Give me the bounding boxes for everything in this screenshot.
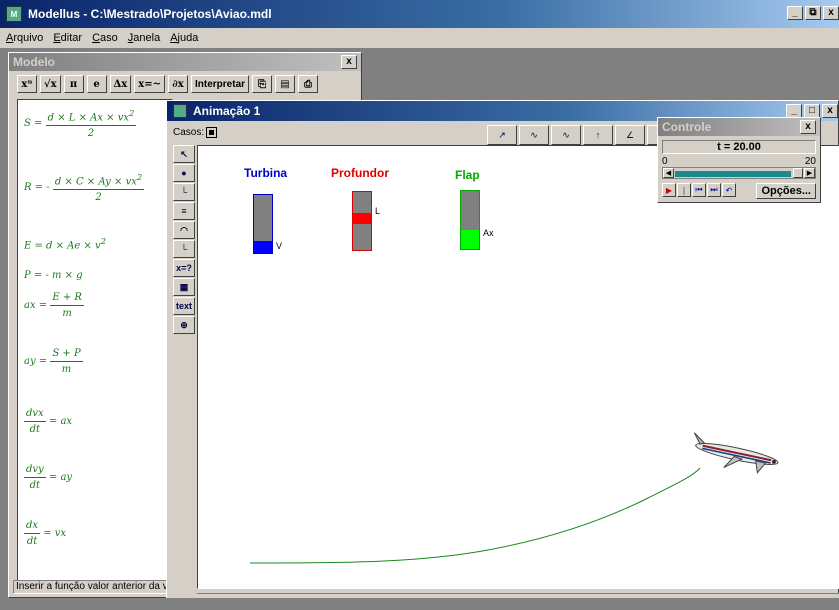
casos-label: Casos:	[173, 127, 205, 138]
modelo-toolbar: xⁿ √x π e Δx x=~ ∂x Interpretar ⎘ ▤ ⎙	[9, 71, 361, 97]
angle-tool-icon[interactable]: ∠	[615, 125, 645, 145]
animacao-title: Animação 1	[193, 104, 261, 118]
image-tool-icon[interactable]: ▦	[173, 278, 195, 296]
time-scale-min: 0	[662, 156, 668, 167]
app-title: Modellus - C:\Mestrado\Projetos\Aviao.md…	[28, 7, 272, 21]
rewind-icon[interactable]: ⏮	[692, 183, 706, 197]
controle-window: Controle x t = 20.00 0 20 ◀ ▶ ▶ ❙ ⏮ ⏭ ↶ …	[657, 117, 821, 203]
caso-1-checkbox[interactable]	[206, 127, 218, 138]
animation-object-toolbar: ↗ ∿ ∿ ↑ ∠ △	[487, 125, 677, 145]
graph-tool-icon[interactable]: ∿	[551, 125, 581, 145]
animation-window-icon	[173, 104, 187, 118]
airplane-trajectory	[249, 467, 701, 564]
previous-value-button[interactable]: x=~	[134, 75, 166, 93]
copy-icon[interactable]: ⎘	[252, 75, 273, 93]
slider-track	[675, 171, 791, 177]
print-icon[interactable]: ⎙	[298, 75, 319, 93]
pi-button[interactable]: π	[63, 75, 84, 93]
pause-icon[interactable]: ❙	[677, 183, 691, 197]
menu-editar[interactable]: Editar	[53, 32, 82, 44]
bottom-scroll-area	[0, 598, 839, 610]
close-button[interactable]: x	[823, 6, 839, 20]
slider-thumb[interactable]	[793, 168, 803, 178]
vector-tool-icon[interactable]: ↗	[487, 125, 517, 145]
zoom-tool-icon[interactable]: ⊕	[173, 316, 195, 334]
gauge-tool-icon[interactable]: ◠	[173, 221, 195, 239]
slider-left-arrow-icon[interactable]: ◀	[663, 168, 674, 178]
minimize-button[interactable]: _	[787, 6, 803, 20]
vector-axes-tool-icon[interactable]: └	[173, 240, 195, 258]
equation-dx: dx dt = vx	[24, 520, 67, 547]
opcoes-button[interactable]: Opções...	[756, 183, 816, 199]
animacao-minimize-button[interactable]: _	[786, 104, 802, 118]
equation-dvy: dvy dt = ay	[24, 464, 73, 491]
animation-left-toolbar: ↖ ● └ ≡ ◠ └ x=? ▦ text ⊕	[173, 145, 195, 334]
trajectory-svg	[249, 432, 779, 564]
euler-button[interactable]: e	[86, 75, 107, 93]
modelo-close-button[interactable]: x	[341, 55, 357, 69]
equation-p: P = - m × g	[24, 270, 83, 281]
text-tool[interactable]: text	[173, 297, 195, 315]
playback-controls: ▶ ❙ ⏮ ⏭ ↶	[662, 183, 736, 197]
animation-canvas[interactable]: Turbina V Profundor L Flap Ax	[197, 145, 839, 589]
sqrt-button[interactable]: √x	[40, 75, 61, 93]
modelo-title-bar[interactable]: Modelo x	[9, 53, 361, 71]
level-bar-tool-icon[interactable]: ≡	[173, 202, 195, 220]
equation-e: E = d × Ae × v2	[24, 236, 107, 252]
menu-arquivo[interactable]: Arquivo	[6, 32, 43, 44]
interpretar-button[interactable]: Interpretar	[191, 75, 250, 93]
equation-ax: ax = E + Rm	[24, 292, 84, 319]
window-icon[interactable]: ▤	[275, 75, 296, 93]
controle-title-bar[interactable]: Controle x	[658, 118, 820, 136]
delta-button[interactable]: Δx	[109, 75, 132, 93]
menu-ajuda[interactable]: Ajuda	[170, 32, 198, 44]
slider-right-arrow-icon[interactable]: ▶	[804, 168, 815, 178]
digital-meter-tool[interactable]: x=?	[173, 259, 195, 277]
step-icon[interactable]: ⏭	[707, 183, 721, 197]
menu-bar: Arquivo Editar Caso Janela Ajuda	[0, 28, 839, 48]
equation-dvx: dvx dt = ax	[24, 408, 73, 435]
app-title-bar: M Modellus - C:\Mestrado\Projetos\Aviao.…	[0, 0, 839, 28]
modelo-title: Modelo	[13, 55, 55, 69]
menu-janela[interactable]: Janela	[128, 32, 160, 44]
restore-button[interactable]: ⧉	[805, 6, 821, 20]
time-scale-max: 20	[804, 156, 816, 167]
select-arrow-icon[interactable]: ↖	[173, 145, 195, 163]
function-tool-icon[interactable]: ↑	[583, 125, 613, 145]
airplane-icon	[693, 432, 779, 474]
equation-s: S = d × L × Ax × vx2 2	[24, 108, 137, 140]
controle-close-button[interactable]: x	[800, 120, 816, 134]
modellus-app-icon: M	[6, 6, 22, 22]
play-icon[interactable]: ▶	[662, 183, 676, 197]
equations-editor[interactable]: S = d × L × Ax × vx2 2 R = - d × C × Ay ×…	[17, 99, 173, 581]
particle-tool-icon[interactable]: ●	[173, 164, 195, 182]
modelo-status-bar: Inserir a função valor anterior da var	[13, 580, 173, 594]
replay-icon[interactable]: ↶	[722, 183, 736, 197]
power-button[interactable]: xⁿ	[17, 75, 37, 93]
menu-caso[interactable]: Caso	[92, 32, 118, 44]
casos-selector: Casos:	[173, 127, 218, 138]
animacao-close-button[interactable]: x	[822, 104, 838, 118]
controle-title: Controle	[662, 120, 712, 134]
graph-axes-tool-icon[interactable]: └	[173, 183, 195, 201]
time-scale: 0 20	[662, 156, 816, 167]
curve-tool-icon[interactable]: ∿	[519, 125, 549, 145]
derivative-button[interactable]: ∂x	[168, 75, 189, 93]
equation-ay: ay = S + Pm	[24, 348, 83, 375]
equation-r: R = - d × C × Ay × vx2 2	[24, 172, 145, 204]
time-display: t = 20.00	[662, 140, 816, 154]
animacao-maximize-button[interactable]: □	[804, 104, 820, 118]
time-slider[interactable]: ◀ ▶	[662, 167, 816, 179]
